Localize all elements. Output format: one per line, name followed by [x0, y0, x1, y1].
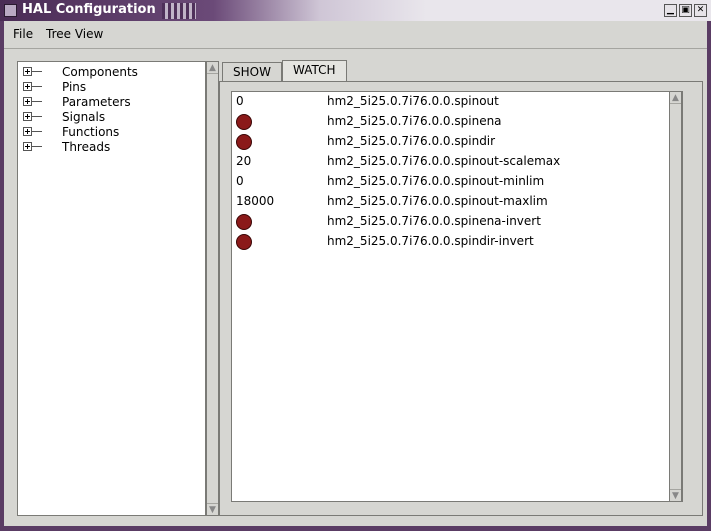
watch-row: hm2_5i25.0.7i76.0.0.spindir	[232, 132, 684, 152]
tree-item-parameters[interactable]: Parameters	[22, 94, 131, 109]
scroll-down-arrow-icon[interactable]: ▼	[670, 489, 681, 501]
window-title: HAL Configuration	[22, 2, 156, 17]
watch-scrollbar[interactable]: ▲ ▼	[669, 91, 682, 502]
watch-pin-name: hm2_5i25.0.7i76.0.0.spinena	[327, 114, 502, 128]
window-controls: ▁ ▣ ✕	[664, 4, 707, 17]
scroll-up-arrow-icon[interactable]: ▲	[670, 92, 681, 104]
tab-watch[interactable]: WATCH	[282, 60, 347, 82]
expand-icon[interactable]	[22, 79, 42, 94]
expand-icon[interactable]	[22, 94, 42, 109]
tree-item-label: Pins	[62, 79, 87, 94]
watch-value: 0	[236, 174, 244, 188]
watch-pin-name: hm2_5i25.0.7i76.0.0.spinout-maxlim	[327, 194, 548, 208]
watch-pin-name: hm2_5i25.0.7i76.0.0.spinout-minlim	[327, 174, 545, 188]
close-button[interactable]: ✕	[694, 4, 707, 17]
watch-pin-name: hm2_5i25.0.7i76.0.0.spindir	[327, 134, 496, 148]
tree-item-label: Signals	[62, 109, 106, 124]
tree-pane: Components Pins Parameters Signals Funct…	[17, 61, 206, 516]
watch-value: 20	[236, 154, 252, 168]
watch-value: 18000	[236, 194, 275, 208]
minimize-button[interactable]: ▁	[664, 4, 677, 17]
tree-item-label: Parameters	[62, 94, 131, 109]
tree-item-label: Components	[62, 64, 138, 79]
watch-row: hm2_5i25.0.7i76.0.0.spindir-invert	[232, 232, 684, 252]
expand-icon[interactable]	[22, 124, 42, 139]
watch-pin-name: hm2_5i25.0.7i76.0.0.spindir-invert	[327, 234, 534, 248]
tree-item-components[interactable]: Components	[22, 64, 138, 79]
expand-icon[interactable]	[22, 64, 42, 79]
led-indicator-icon	[236, 214, 252, 230]
tree-item-signals[interactable]: Signals	[22, 109, 105, 124]
app-window: HAL Configuration ▁ ▣ ✕ File Tree View C…	[0, 0, 711, 531]
watch-row: 0 hm2_5i25.0.7i76.0.0.spinout	[232, 92, 684, 112]
menu-bar: File Tree View	[4, 21, 707, 49]
client-area: File Tree View Components Pins Parameter…	[4, 21, 707, 526]
title-bar[interactable]: HAL Configuration ▁ ▣ ✕	[0, 0, 711, 21]
menu-file[interactable]: File	[13, 27, 33, 41]
watch-pin-name: hm2_5i25.0.7i76.0.0.spinout-scalemax	[327, 154, 561, 168]
led-indicator-icon	[236, 114, 252, 130]
watch-value: 0	[236, 94, 244, 108]
expand-icon[interactable]	[22, 109, 42, 124]
menu-tree-view[interactable]: Tree View	[46, 27, 103, 41]
watch-list: 0 hm2_5i25.0.7i76.0.0.spinout hm2_5i25.0…	[231, 91, 683, 502]
scroll-down-arrow-icon[interactable]: ▼	[207, 503, 218, 515]
led-indicator-icon	[236, 134, 252, 150]
maximize-button[interactable]: ▣	[679, 4, 692, 17]
led-indicator-icon	[236, 234, 252, 250]
tab-show[interactable]: SHOW	[222, 62, 282, 82]
tree-scrollbar[interactable]: ▲ ▼	[206, 61, 219, 516]
window-menu-icon[interactable]	[4, 4, 17, 17]
expand-icon[interactable]	[22, 139, 42, 154]
watch-row: 20 hm2_5i25.0.7i76.0.0.spinout-scalemax	[232, 152, 684, 172]
tree-item-label: Functions	[62, 124, 120, 139]
watch-row: 18000 hm2_5i25.0.7i76.0.0.spinout-maxlim	[232, 192, 684, 212]
window-bottom-border	[0, 526, 711, 531]
title-decoration	[162, 3, 196, 19]
scroll-up-arrow-icon[interactable]: ▲	[207, 62, 218, 74]
tree-item-functions[interactable]: Functions	[22, 124, 119, 139]
watch-pin-name: hm2_5i25.0.7i76.0.0.spinout	[327, 94, 499, 108]
watch-pin-name: hm2_5i25.0.7i76.0.0.spinena-invert	[327, 214, 541, 228]
watch-row: 0 hm2_5i25.0.7i76.0.0.spinout-minlim	[232, 172, 684, 192]
watch-row: hm2_5i25.0.7i76.0.0.spinena	[232, 112, 684, 132]
tree-item-pins[interactable]: Pins	[22, 79, 86, 94]
tree-item-label: Threads	[62, 139, 111, 154]
tree-item-threads[interactable]: Threads	[22, 139, 110, 154]
watch-row: hm2_5i25.0.7i76.0.0.spinena-invert	[232, 212, 684, 232]
